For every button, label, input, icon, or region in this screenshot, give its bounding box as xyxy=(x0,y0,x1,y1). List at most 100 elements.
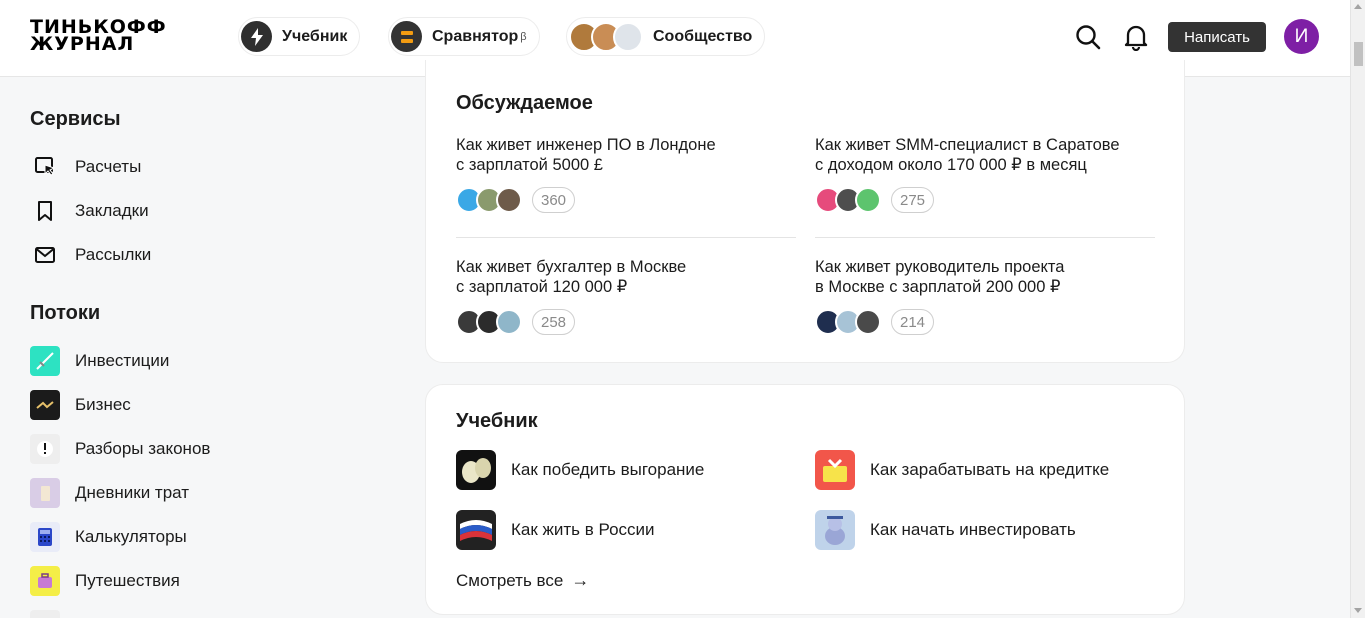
logo-line2: ЖУРНАЛ xyxy=(30,33,135,55)
russia-flag-icon xyxy=(456,510,496,550)
sidebar-item-label: Расчеты xyxy=(75,157,142,176)
course-item[interactable]: Как начать инвестировать xyxy=(815,510,1076,550)
logo[interactable]: ТИНЬКОФФ ЖУРНАЛ xyxy=(30,18,216,55)
sidebar-item-newsletters[interactable]: Рассылки xyxy=(30,240,151,270)
divider xyxy=(815,237,1155,238)
write-button[interactable]: Написать xyxy=(1168,22,1266,52)
nav-textbook-label: Учебник xyxy=(282,27,348,45)
investments-icon xyxy=(30,346,60,376)
beta-badge: β xyxy=(520,30,527,43)
discussion-title-line1: Как живет бухгалтер в Москве xyxy=(456,258,687,276)
sidebar-item-diaries[interactable]: Дневники трат xyxy=(30,478,189,508)
credit-card-icon xyxy=(815,450,855,490)
course-label: Как зарабатывать на кредитке xyxy=(870,460,1110,479)
discussion-meta: 258 xyxy=(456,309,796,335)
burnout-icon xyxy=(456,450,496,490)
discussion-meta: 214 xyxy=(815,309,1155,335)
sidebar-item-calculations[interactable]: Расчеты xyxy=(30,152,141,182)
nav-community-label: Сообщество xyxy=(653,27,753,45)
course-label: Как победить выгорание xyxy=(511,460,705,479)
course-item[interactable]: Как победить выгорание xyxy=(456,450,704,490)
discussion-title-line1: Как живет инженер ПО в Лондоне xyxy=(456,136,716,154)
discussion-title[interactable]: Как живет инженер ПО в Лондоне с зарплат… xyxy=(456,135,796,175)
sidebar-item-calculators[interactable]: Калькуляторы xyxy=(30,522,187,552)
discussed-title: Обсуждаемое xyxy=(456,92,593,114)
sidebar-item-label: Бизнес xyxy=(75,395,131,414)
course-item[interactable]: Как зарабатывать на кредитке xyxy=(815,450,1109,490)
invest-start-icon xyxy=(815,510,855,550)
bookmark-icon xyxy=(30,196,60,226)
sidebar-item-label: Инвестиции xyxy=(75,351,170,370)
discussion-item[interactable]: Как живет инженер ПО в Лондоне с зарплат… xyxy=(456,135,796,213)
sidebar-item-label: Разборы законов xyxy=(75,439,211,458)
nav-textbook[interactable]: Учебник xyxy=(238,17,361,56)
sidebar-item-investments[interactable]: Инвестиции xyxy=(30,346,169,376)
cursor-window-icon xyxy=(30,152,60,182)
discussion-title-line1: Как живет руководитель проекта xyxy=(815,258,1065,276)
see-all-label: Смотреть все xyxy=(456,570,564,590)
see-all-link[interactable]: Смотреть все → xyxy=(456,570,589,591)
law-icon xyxy=(30,434,60,464)
bolt-icon xyxy=(241,21,272,52)
arrow-right-icon: → xyxy=(571,570,590,590)
travel-icon xyxy=(30,566,60,596)
discussion-title[interactable]: Как живет SMM-специалист в Саратове с до… xyxy=(815,135,1155,175)
discussion-title-line1: Как живет SMM-специалист в Саратове xyxy=(815,136,1120,154)
sidebar-item-partial xyxy=(30,610,60,618)
scroll-down-icon[interactable] xyxy=(1354,608,1362,613)
search-icon[interactable] xyxy=(1073,22,1103,52)
sidebar-item-bookmarks[interactable]: Закладки xyxy=(30,196,149,226)
textbook-card: Учебник Как победить выгорание Как зараб… xyxy=(425,384,1185,615)
nav-comparator-label: Сравнятор xyxy=(432,27,519,45)
discussion-meta: 360 xyxy=(456,187,796,213)
bell-icon[interactable] xyxy=(1121,22,1151,52)
discussion-title-line2: в Москве с зарплатой 200 000 ₽ xyxy=(815,278,1061,296)
nav-community[interactable]: Сообщество xyxy=(566,17,766,56)
sidebar-item-label: Закладки xyxy=(75,201,149,220)
avatar xyxy=(613,21,643,52)
page-scrollbar[interactable] xyxy=(1350,0,1365,618)
scroll-up-icon[interactable] xyxy=(1354,4,1362,9)
sidebar-item-law[interactable]: Разборы законов xyxy=(30,434,210,464)
divider xyxy=(456,237,796,238)
mail-icon xyxy=(30,240,60,270)
comments-count[interactable]: 275 xyxy=(891,187,935,213)
discussion-title-line2: с доходом около 170 000 ₽ в месяц xyxy=(815,156,1087,174)
discussion-title[interactable]: Как живет руководитель проекта в Москве … xyxy=(815,257,1155,297)
textbook-title: Учебник xyxy=(456,410,538,432)
community-avatars xyxy=(569,21,643,52)
avatar xyxy=(496,187,522,213)
sidebar-item-travel[interactable]: Путешествия xyxy=(30,566,180,596)
discussed-card: Обсуждаемое Как живет инженер ПО в Лондо… xyxy=(425,60,1185,363)
diary-icon xyxy=(30,478,60,508)
business-icon xyxy=(30,390,60,420)
calculator-icon xyxy=(30,522,60,552)
avatar xyxy=(855,309,881,335)
scroll-thumb[interactable] xyxy=(1354,42,1363,66)
sidebar-item-label: Рассылки xyxy=(75,245,152,264)
sidebar-item-label: Дневники трат xyxy=(75,483,190,502)
course-item[interactable]: Как жить в России xyxy=(456,510,655,550)
services-title: Сервисы xyxy=(30,108,121,130)
sidebar-item-business[interactable]: Бизнес xyxy=(30,390,131,420)
discussion-title-line2: с зарплатой 5000 £ xyxy=(456,156,603,174)
discussion-item[interactable]: Как живет бухгалтер в Москве с зарплатой… xyxy=(456,257,796,335)
discussion-title[interactable]: Как живет бухгалтер в Москве с зарплатой… xyxy=(456,257,796,297)
avatar xyxy=(496,309,522,335)
compare-icon xyxy=(391,21,422,52)
discussion-title-line2: с зарплатой 120 000 ₽ xyxy=(456,278,628,296)
discussion-item[interactable]: Как живет руководитель проекта в Москве … xyxy=(815,257,1155,335)
avatar xyxy=(855,187,881,213)
discussion-item[interactable]: Как живет SMM-специалист в Саратове с до… xyxy=(815,135,1155,213)
user-avatar[interactable]: И xyxy=(1284,19,1319,54)
comments-count[interactable]: 258 xyxy=(532,309,576,335)
course-label: Как начать инвестировать xyxy=(870,520,1076,539)
comments-count[interactable]: 360 xyxy=(532,187,576,213)
comments-count[interactable]: 214 xyxy=(891,309,935,335)
discussion-meta: 275 xyxy=(815,187,1155,213)
course-label: Как жить в России xyxy=(511,520,655,539)
sidebar-item-label: Путешествия xyxy=(75,571,180,590)
streams-title: Потоки xyxy=(30,302,101,324)
sidebar-item-label: Калькуляторы xyxy=(75,527,187,546)
nav-comparator[interactable]: Сравнятор β xyxy=(388,17,540,56)
